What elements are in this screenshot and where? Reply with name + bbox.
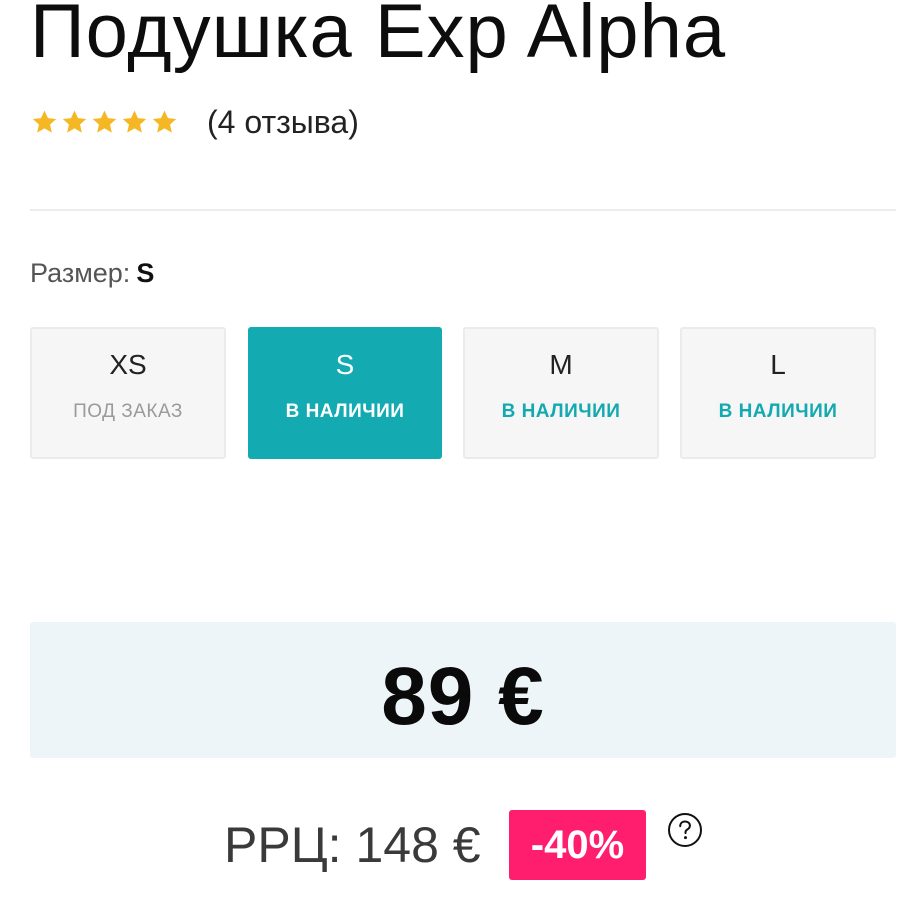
- size-option-status: В НАЛИЧИИ: [718, 401, 838, 422]
- size-option-name: M: [549, 349, 573, 380]
- star-icon: [152, 110, 177, 133]
- size-option-name: L: [770, 349, 786, 380]
- rating-stars: [30, 108, 179, 137]
- divider: [30, 209, 896, 211]
- size-option-xs[interactable]: XS ПОД ЗАКАЗ: [30, 327, 226, 459]
- rrp-price: РРЦ: 148 €: [224, 817, 481, 873]
- current-price: 89 €: [381, 651, 545, 742]
- size-option-m[interactable]: M В НАЛИЧИИ: [463, 327, 659, 459]
- size-option-name: XS: [109, 349, 147, 380]
- price-box: 89 €: [30, 622, 896, 758]
- size-label: Размер: S: [30, 258, 154, 289]
- size-option-l[interactable]: L В НАЛИЧИИ: [680, 327, 876, 459]
- reviews-link[interactable]: (4 отзыва): [207, 104, 359, 141]
- product-page: Подушка Exp Alpha (4 отзыва) Размер: S XS…: [0, 0, 900, 900]
- size-option-status: В НАЛИЧИИ: [501, 401, 621, 422]
- size-option-name: S: [335, 349, 355, 380]
- size-option-s[interactable]: S В НАЛИЧИИ: [248, 327, 442, 459]
- star-icon: [32, 110, 57, 133]
- star-icon: [62, 110, 87, 133]
- size-option-status: ПОД ЗАКАЗ: [73, 401, 183, 422]
- discount-badge: -40%: [509, 810, 646, 880]
- star-icon: [92, 110, 117, 133]
- star-icon: [122, 110, 147, 133]
- product-title: Подушка Exp Alpha: [30, 0, 727, 74]
- product-rating[interactable]: (4 отзыва): [30, 102, 359, 142]
- selected-size-value: S: [136, 258, 155, 288]
- question-circle-icon[interactable]: [667, 812, 703, 848]
- size-option-status: В НАЛИЧИИ: [285, 401, 405, 422]
- size-options: XS ПОД ЗАКАЗ S В НАЛИЧИИ M В НАЛИЧИИ L В…: [30, 327, 876, 459]
- size-label-text: Размер:: [30, 258, 131, 288]
